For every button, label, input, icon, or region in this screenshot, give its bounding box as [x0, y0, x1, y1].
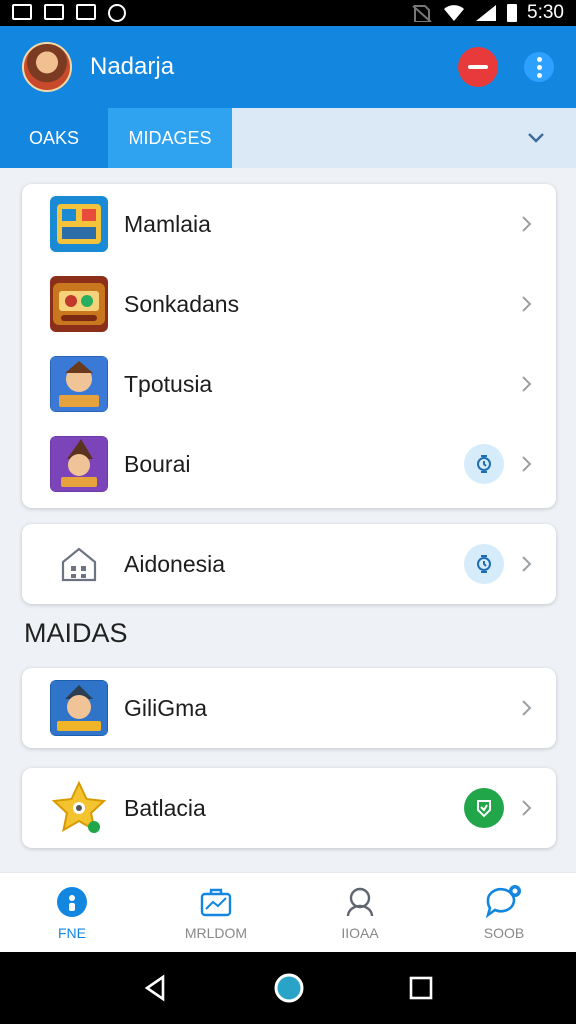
star-icon — [50, 780, 108, 836]
shield-check-icon — [477, 800, 491, 818]
watch-icon — [477, 455, 491, 473]
chevron-down-icon — [528, 133, 544, 143]
list-item-label: Mamlaia — [124, 210, 211, 237]
more-options-button[interactable] — [524, 52, 554, 82]
nav-item-iioaa[interactable]: IIOAA — [288, 873, 432, 952]
battery-icon — [507, 4, 518, 22]
watch-badge-button[interactable] — [464, 544, 504, 584]
no-sim-icon — [412, 5, 432, 22]
chevron-right-icon — [516, 453, 538, 475]
list-item[interactable]: Aidonesia — [22, 524, 556, 604]
back-icon[interactable] — [141, 973, 171, 1003]
character-game-icon — [50, 680, 108, 736]
chat-icon — [485, 884, 521, 918]
verified-badge-button[interactable] — [464, 788, 504, 828]
briefcase-icon — [200, 888, 232, 916]
chevron-right-icon — [516, 293, 538, 315]
list-item[interactable]: Batlacia — [22, 768, 556, 848]
media-notification-icon — [76, 4, 96, 20]
nav-label: MRLDOM — [184, 924, 248, 941]
list-item[interactable]: Sonkadans — [22, 264, 556, 344]
nav-item-fne[interactable]: FNE — [0, 873, 144, 952]
watch-icon — [477, 555, 491, 573]
list-item-label: GiliGma — [124, 694, 208, 721]
building-icon — [50, 536, 108, 592]
wifi-icon — [444, 5, 465, 21]
list-item[interactable]: Bourai — [22, 424, 556, 504]
profile-icon — [346, 887, 374, 916]
nav-item-soob[interactable]: SOOB — [432, 873, 576, 952]
chevron-right-icon — [516, 797, 538, 819]
chevron-right-icon — [516, 553, 538, 575]
minus-icon — [468, 65, 488, 69]
tab-midages[interactable]: MIDAGES — [108, 108, 232, 168]
remove-button[interactable] — [458, 47, 498, 87]
avatar[interactable] — [22, 42, 72, 92]
favorites-card: Batlacia — [22, 768, 556, 848]
chevron-right-icon — [516, 213, 538, 235]
signal-icon — [476, 5, 497, 21]
more-vert-icon — [536, 56, 542, 62]
tab-dropdown-button[interactable] — [496, 108, 576, 168]
list-item[interactable]: Tpotusia — [22, 344, 556, 424]
wizard-game-icon — [50, 436, 108, 492]
recents-icon[interactable] — [407, 974, 435, 1002]
app-title: Nadarja — [90, 53, 175, 80]
image-notification-icon — [44, 4, 64, 20]
chevron-right-icon — [516, 697, 538, 719]
tab-bar: OAKS MIDAGES — [0, 108, 576, 168]
sync-notification-icon — [108, 4, 126, 22]
location-card: Aidonesia — [22, 524, 556, 604]
games-list-card: Mamlaia Sonkadans Tpotusia Bourai — [22, 184, 556, 508]
list-item[interactable]: Mamlaia — [22, 184, 556, 264]
home-icon[interactable] — [272, 971, 306, 1005]
bottom-navigation: FNE MRLDOM IIOAA SOOB — [0, 872, 576, 952]
nav-label: SOOB — [483, 924, 525, 941]
gallery-notification-icon — [12, 4, 32, 20]
status-bar: 5:30 — [0, 0, 576, 26]
list-item-label: Batlacia — [124, 794, 206, 821]
nav-label: FNE — [58, 924, 86, 941]
chevron-right-icon — [516, 373, 538, 395]
adventure-game-icon — [50, 356, 108, 412]
game-card: GiliGma — [22, 668, 556, 748]
puzzle-game-icon — [50, 196, 108, 252]
app-bar: Nadarja — [0, 26, 576, 108]
list-item-label: Aidonesia — [124, 550, 226, 577]
nav-item-mrldom[interactable]: MRLDOM — [144, 873, 288, 952]
watch-badge-button[interactable] — [464, 444, 504, 484]
list-item-label: Tpotusia — [124, 370, 213, 397]
section-heading: MAIDAS — [24, 618, 128, 648]
list-item-label: Bourai — [124, 450, 191, 477]
home-badge-icon — [57, 886, 87, 917]
status-time: 5:30 — [527, 2, 564, 23]
list-item-label: Sonkadans — [124, 290, 240, 317]
slots-game-icon — [50, 276, 108, 332]
list-item[interactable]: GiliGma — [22, 668, 556, 748]
nav-label: IIOAA — [341, 924, 379, 941]
system-navigation-bar — [0, 952, 576, 1024]
tab-oaks[interactable]: OAKS — [0, 108, 108, 168]
